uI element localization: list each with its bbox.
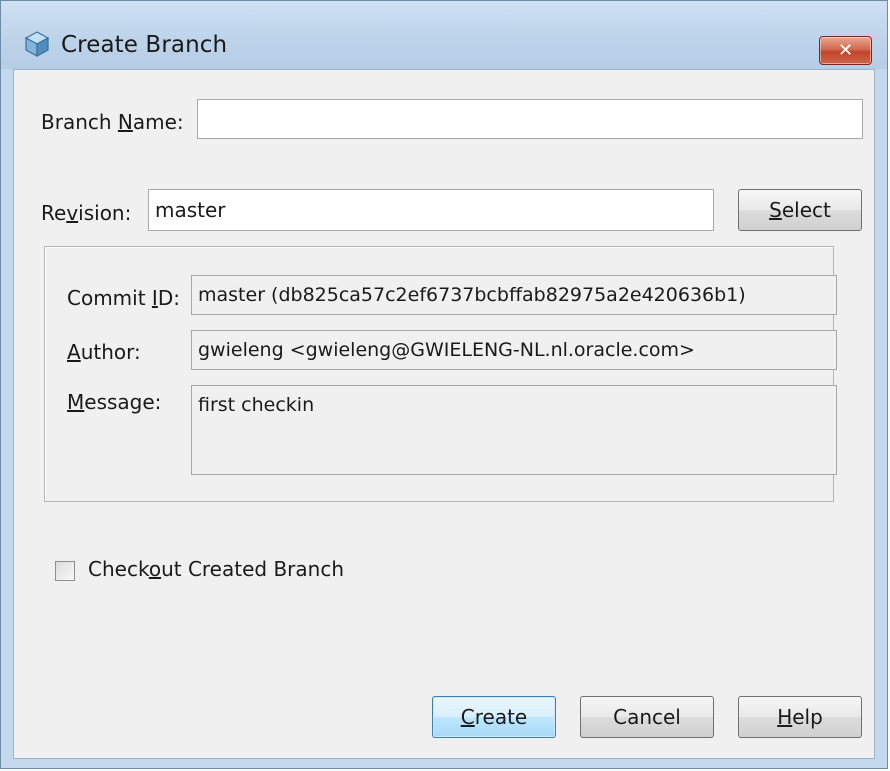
message-field[interactable]: first checkin <box>191 385 837 475</box>
author-label: Author: <box>67 340 141 364</box>
message-label: Message: <box>67 390 162 414</box>
help-button[interactable]: Help <box>738 696 862 738</box>
title-bar[interactable]: Create Branch ✕ <box>1 1 887 69</box>
select-label: elect <box>781 198 831 222</box>
author-field[interactable]: gwieleng <gwieleng@GWIELENG-NL.nl.oracle… <box>191 330 837 370</box>
checkout-created-branch-checkbox[interactable] <box>55 561 75 581</box>
create-branch-dialog: Create Branch ✕ Branch Name: Revision: m… <box>0 0 888 769</box>
commit-id-field[interactable]: master (db825ca57c2ef6737bcbffab82975a2e… <box>191 275 837 315</box>
help-accel: H <box>777 705 793 729</box>
create-button[interactable]: Create <box>432 696 556 738</box>
dialog-content: Branch Name: Revision: master Select Com… <box>13 69 875 759</box>
help-label: elp <box>792 705 823 729</box>
cancel-label: Cancel <box>613 705 681 729</box>
select-button[interactable]: Select <box>738 189 862 231</box>
revision-value: master <box>155 198 226 222</box>
cancel-button[interactable]: Cancel <box>580 696 714 738</box>
branch-name-input[interactable] <box>197 99 863 139</box>
checkout-created-branch-label[interactable]: Checkout Created Branch <box>88 557 344 581</box>
revision-label: Revision: <box>41 201 132 225</box>
create-accel: C <box>460 705 475 729</box>
message-value: first checkin <box>198 394 315 416</box>
branch-name-label: Branch Name: <box>41 110 184 134</box>
revision-input[interactable]: master <box>148 189 714 231</box>
revision-details-panel: Commit ID: master (db825ca57c2ef6737bcbf… <box>44 246 837 502</box>
author-value: gwieleng <gwieleng@GWIELENG-NL.nl.oracle… <box>198 339 695 361</box>
commit-id-label: Commit ID: <box>67 286 180 310</box>
close-button[interactable]: ✕ <box>819 36 872 65</box>
close-icon: ✕ <box>837 40 854 61</box>
commit-id-value: master (db825ca57c2ef6737bcbffab82975a2e… <box>198 284 746 306</box>
select-accel: S <box>769 198 782 222</box>
create-label: reate <box>474 705 528 729</box>
dialog-title: Create Branch <box>61 32 228 58</box>
netbeans-cube-icon <box>24 31 50 58</box>
